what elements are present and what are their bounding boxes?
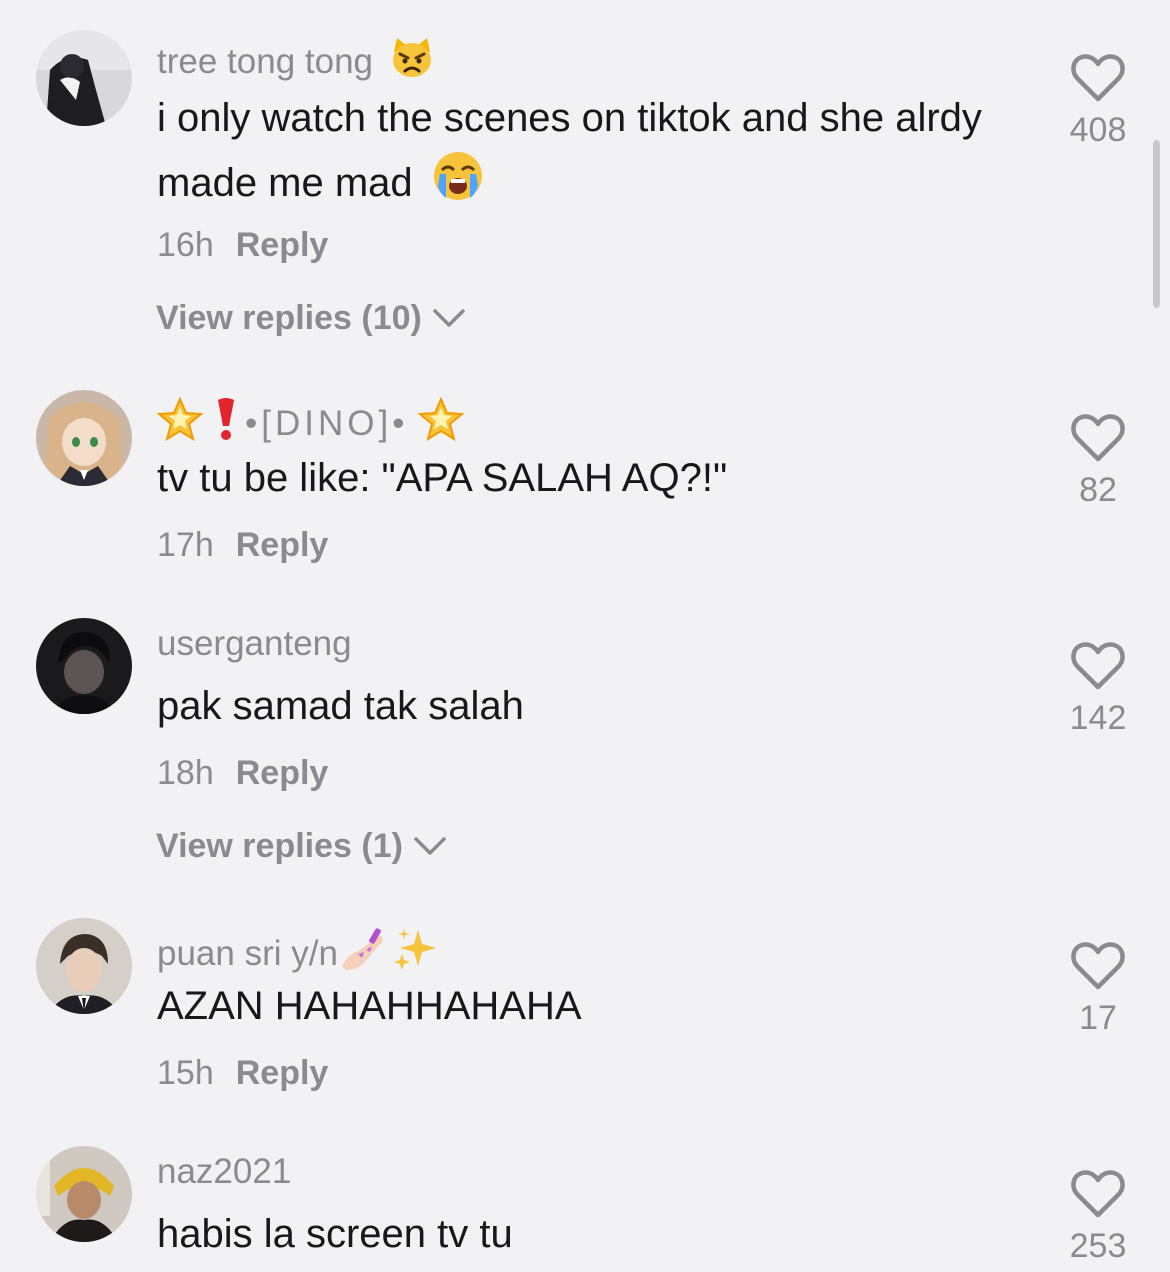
comment-text: i only watch the scenes on tiktok and sh…	[157, 86, 987, 221]
heart-outline-icon	[1071, 1170, 1125, 1218]
scrollbar[interactable]	[1153, 140, 1160, 308]
avatar[interactable]	[36, 390, 132, 486]
reply-button[interactable]: Reply	[236, 226, 329, 264]
chevron-down-icon	[414, 837, 446, 855]
reply-button[interactable]: Reply	[236, 526, 329, 564]
comment-text: habis la screen tv tu	[157, 1212, 513, 1256]
comment-timestamp: 16h	[157, 226, 214, 264]
heart-outline-icon	[1071, 942, 1125, 990]
like-button[interactable]: 82	[1060, 412, 1136, 510]
red-exclamation-emoji	[211, 396, 241, 451]
comment-username[interactable]: userganteng	[157, 624, 352, 664]
comment-meta: 17h Reply	[157, 525, 328, 565]
comment-meta: 16h Reply	[157, 225, 328, 265]
like-button[interactable]: 253	[1060, 1168, 1136, 1266]
like-count: 253	[1069, 1227, 1127, 1265]
like-count: 17	[1079, 999, 1117, 1037]
comment-username[interactable]: naz2021	[157, 1152, 291, 1192]
loudly-crying-face-emoji	[432, 150, 484, 221]
avatar[interactable]	[36, 30, 132, 126]
comment-meta: 18h Reply	[157, 753, 328, 793]
like-count: 82	[1079, 471, 1117, 509]
chevron-down-icon	[433, 309, 465, 327]
sparkles-emoji	[392, 926, 438, 981]
view-replies-button[interactable]: View replies (10)	[156, 298, 466, 338]
like-button[interactable]: 17	[1060, 940, 1136, 1038]
heart-outline-icon	[1071, 54, 1125, 102]
comment-text: AZAN HAHAHHAHAHA	[157, 984, 582, 1028]
heart-outline-icon	[1071, 642, 1125, 690]
comment-text: tv tu be like: "APA SALAH AQ?!"	[157, 456, 728, 500]
heart-outline-icon	[1071, 414, 1125, 462]
glowing-star-emoji	[417, 396, 466, 451]
pouting-cat-emoji	[389, 36, 435, 87]
like-count: 142	[1069, 699, 1127, 737]
comment-timestamp: 15h	[157, 1054, 214, 1092]
comment-timestamp: 17h	[157, 526, 214, 564]
like-button[interactable]: 142	[1060, 640, 1136, 738]
like-count: 408	[1069, 111, 1127, 149]
glowing-star-emoji	[156, 396, 204, 451]
comment-text: pak samad tak salah	[157, 684, 524, 728]
reply-button[interactable]: Reply	[236, 754, 329, 792]
comment-meta: 15h Reply	[157, 1053, 328, 1093]
reply-button[interactable]: Reply	[236, 1054, 329, 1092]
avatar[interactable]	[36, 1146, 132, 1242]
avatar[interactable]	[36, 918, 132, 1014]
comment-timestamp: 18h	[157, 754, 214, 792]
comment-username[interactable]: tree tong tong	[157, 36, 435, 87]
like-button[interactable]: 408	[1060, 52, 1136, 150]
comment-username[interactable]: •[DINO]•	[156, 396, 466, 451]
avatar[interactable]	[36, 618, 132, 714]
comments-panel: tree tong tong i only watch the scenes o…	[0, 0, 1170, 1272]
view-replies-button[interactable]: View replies (1)	[156, 826, 447, 866]
